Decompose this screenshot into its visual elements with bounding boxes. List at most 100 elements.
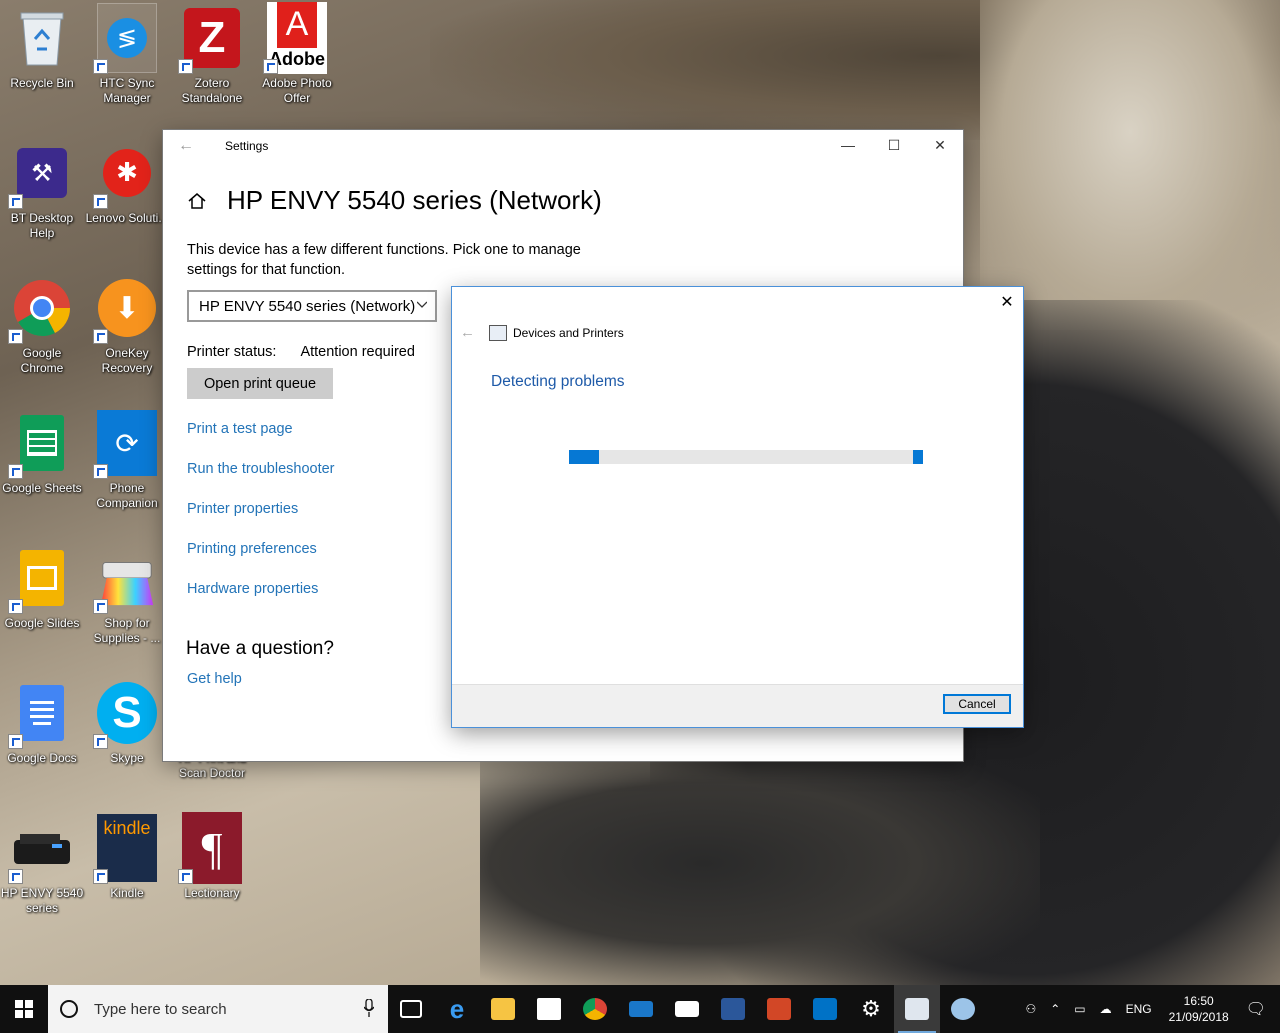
paint-icon[interactable] [940, 985, 986, 1033]
settings-gear-icon[interactable]: ⚙ [848, 985, 894, 1033]
chevron-down-icon [417, 301, 427, 308]
shortcut-arrow-icon [8, 869, 23, 884]
minimize-button[interactable]: — [825, 130, 871, 160]
edge-icon[interactable]: e [434, 985, 480, 1033]
hardware-properties-link[interactable]: Hardware properties [187, 581, 318, 597]
desktop-icon-bt-desktop-help[interactable]: ⚒ BT Desktop Help [0, 143, 84, 241]
desktop-icon-google-docs[interactable]: Google Docs [0, 683, 84, 766]
open-print-queue-button[interactable]: Open print queue [187, 368, 333, 399]
run-troubleshooter-link[interactable]: Run the troubleshooter [187, 461, 335, 477]
devices-printers-taskbar-icon[interactable] [894, 985, 940, 1033]
file-explorer-icon[interactable] [480, 985, 526, 1033]
microphone-icon[interactable] [364, 999, 374, 1017]
start-button[interactable] [0, 985, 48, 1033]
google-slides-icon [8, 548, 72, 614]
function-select-value: HP ENVY 5540 series (Network) [199, 297, 416, 315]
desktop-icon-google-chrome[interactable]: Google Chrome [0, 278, 84, 376]
language-indicator[interactable]: ENG [1126, 1002, 1152, 1016]
desktop-icon-hp-envy[interactable]: HP ENVY 5540 series [0, 818, 84, 916]
chevron-up-icon[interactable]: ⌃ [1050, 1002, 1060, 1016]
shortcut-arrow-icon [8, 734, 23, 749]
desktop-icon-google-sheets[interactable]: Google Sheets [0, 413, 84, 496]
shortcut-arrow-icon [8, 464, 23, 479]
printer-status-value: Attention required [300, 344, 415, 360]
print-test-page-link[interactable]: Print a test page [187, 421, 293, 437]
recycle-bin-icon [12, 8, 72, 68]
lenovo-app-icon[interactable] [618, 985, 664, 1033]
shortcut-arrow-icon [93, 329, 108, 344]
system-tray: ⚇ ⌃ ▭ ☁ ENG 16:50 21/09/2018 🗨 [1018, 985, 1280, 1033]
onekey-recovery-icon: ⬇ [93, 278, 157, 344]
shortcut-arrow-icon [93, 869, 108, 884]
task-view-icon[interactable] [388, 985, 434, 1033]
maximize-button[interactable]: ☐ [871, 130, 917, 160]
close-button[interactable]: ✕ [917, 130, 963, 160]
back-arrow-icon[interactable]: ← [460, 324, 475, 341]
word-icon[interactable] [710, 985, 756, 1033]
store-icon[interactable] [526, 985, 572, 1033]
desktop-icon-recycle-bin[interactable]: Recycle Bin [0, 8, 84, 91]
taskbar-search[interactable]: Type here to search [48, 985, 388, 1033]
desktop-icon-zotero[interactable]: Z Zotero Standalone [170, 8, 254, 106]
windows-logo-icon [15, 1000, 33, 1018]
desktop-icon-lenovo-solutions[interactable]: ✱ Lenovo Soluti... [85, 143, 169, 226]
wallpaper-dog [480, 760, 1040, 990]
desktop-icon-onekey-recovery[interactable]: ⬇ OneKey Recovery [85, 278, 169, 376]
dialog-footer: Cancel [452, 684, 1023, 727]
desktop-icon-lectionary[interactable]: ¶ Lectionary [170, 812, 254, 901]
shortcut-arrow-icon [8, 599, 23, 614]
page-title: HP ENVY 5540 series (Network) [227, 185, 602, 215]
shortcut-arrow-icon [178, 59, 193, 74]
outlook-icon[interactable] [802, 985, 848, 1033]
clock[interactable]: 16:50 21/09/2018 [1169, 993, 1229, 1025]
lectionary-icon: ¶ [178, 812, 242, 884]
shortcut-arrow-icon [93, 59, 108, 74]
desktop-icon-adobe-photo-offer[interactable]: A Adobe Adobe Photo Offer [255, 1, 339, 106]
desktop-icon-phone-companion[interactable]: ⟳ Phone Companion [85, 410, 169, 511]
skype-icon: S [93, 682, 157, 749]
cortana-icon [60, 1000, 78, 1018]
shop-supplies-icon [93, 548, 157, 614]
people-icon[interactable]: ⚇ [1025, 1002, 1036, 1016]
google-docs-icon [8, 683, 72, 749]
wallpaper-sky [980, 0, 1280, 330]
onedrive-icon[interactable]: ☁ [1100, 1002, 1112, 1016]
powerpoint-icon[interactable] [756, 985, 802, 1033]
kindle-icon: kindle [93, 814, 157, 884]
shortcut-arrow-icon [8, 329, 23, 344]
get-help-link[interactable]: Get help [187, 671, 242, 687]
cancel-button[interactable]: Cancel [943, 694, 1011, 714]
printer-status-label: Printer status: [187, 344, 277, 360]
function-select[interactable]: HP ENVY 5540 series (Network) [187, 290, 437, 322]
question-heading: Have a question? [186, 638, 334, 659]
lenovo-icon: ✱ [93, 143, 157, 209]
chrome-taskbar-icon[interactable] [572, 985, 618, 1033]
mail-icon[interactable] [664, 985, 710, 1033]
window-title: Settings [225, 139, 269, 153]
action-center-icon[interactable]: 🗨 [1246, 999, 1266, 1019]
progress-segment [569, 450, 599, 464]
htc-sync-icon: ≶ [93, 3, 157, 74]
printer-properties-link[interactable]: Printer properties [187, 501, 298, 517]
home-icon[interactable] [187, 191, 207, 211]
zotero-icon: Z [178, 8, 242, 74]
chrome-icon [8, 278, 72, 344]
shortcut-arrow-icon [93, 734, 108, 749]
desktop-icon-kindle[interactable]: kindle Kindle [85, 814, 169, 901]
battery-icon[interactable]: ▭ [1074, 1002, 1085, 1016]
desktop-icon-skype[interactable]: S Skype [85, 682, 169, 766]
clock-date: 21/09/2018 [1168, 1010, 1229, 1024]
dialog-close-button[interactable]: ✕ [991, 287, 1023, 317]
desktop-icon-htc-sync[interactable]: ≶ HTC Sync Manager [85, 3, 169, 106]
dialog-heading: Detecting problems [491, 373, 625, 390]
bt-help-icon: ⚒ [8, 143, 72, 209]
desktop-icon-shop-supplies[interactable]: Shop for Supplies - ... [85, 548, 169, 646]
troubleshooter-dialog: ✕ ← Devices and Printers Detecting probl… [452, 287, 1023, 727]
printing-preferences-link[interactable]: Printing preferences [187, 541, 317, 557]
device-description: This device has a few different function… [187, 242, 581, 278]
back-arrow-icon[interactable]: ← [163, 137, 209, 155]
shortcut-arrow-icon [93, 599, 108, 614]
desktop-icon-google-slides[interactable]: Google Slides [0, 548, 84, 631]
adobe-icon: A Adobe [263, 1, 327, 74]
shortcut-arrow-icon [263, 59, 278, 74]
